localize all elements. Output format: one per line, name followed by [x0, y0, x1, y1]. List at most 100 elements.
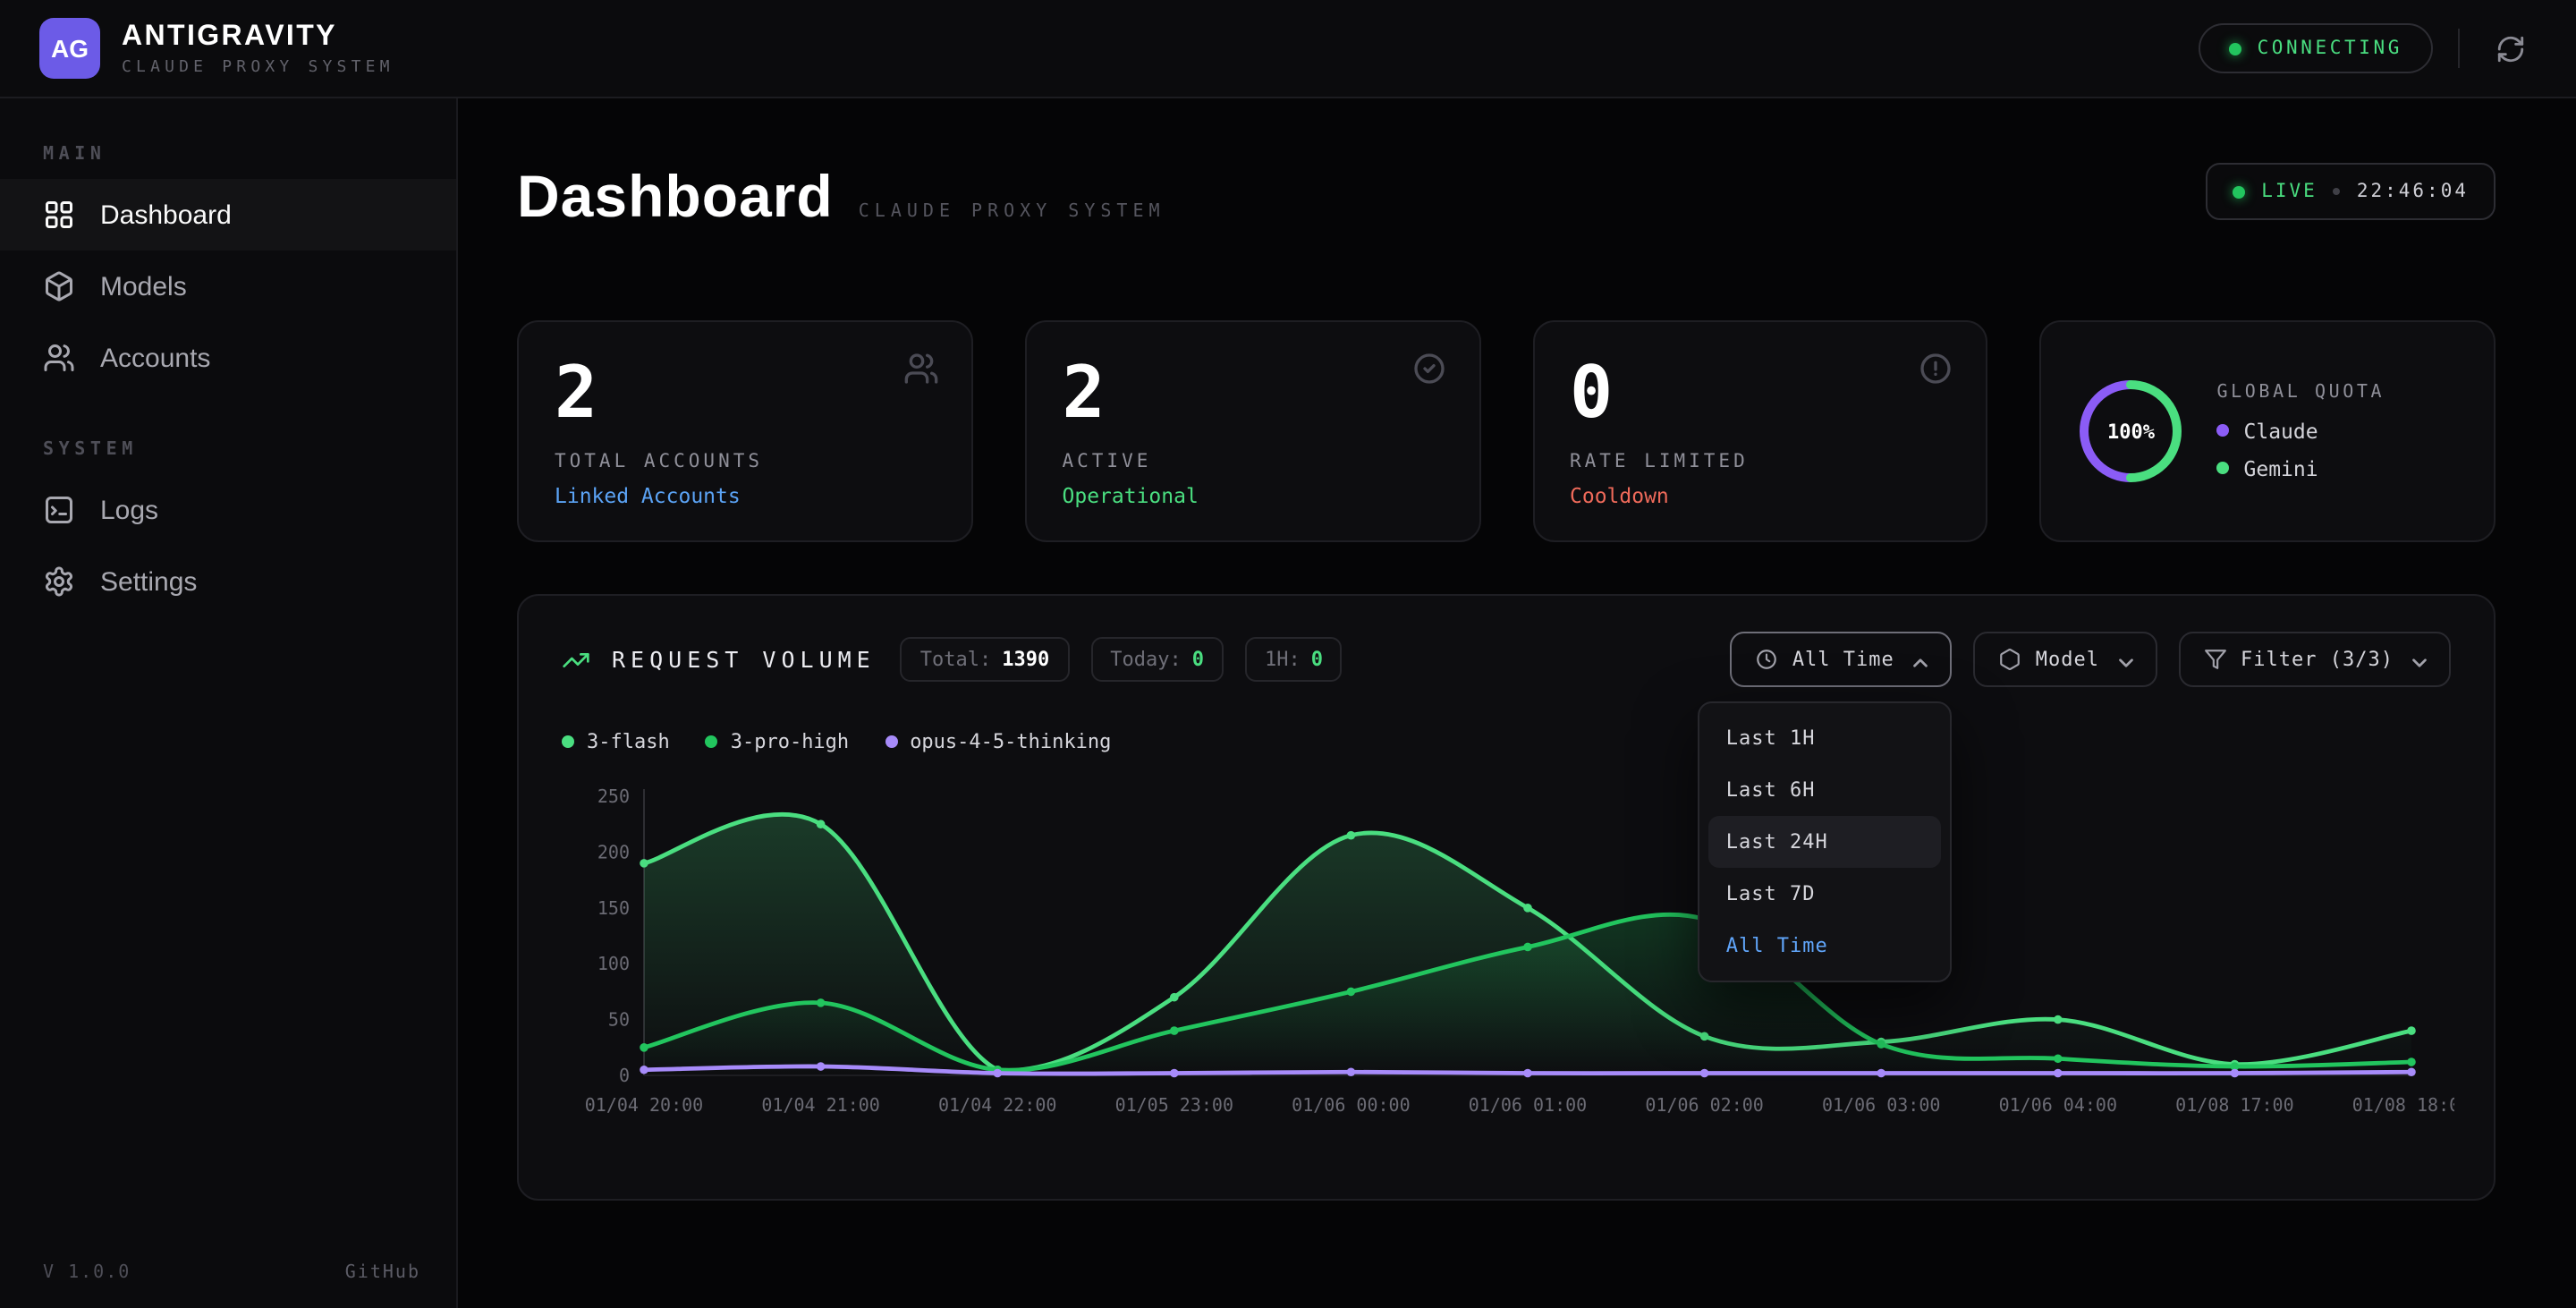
sidebar-item-dashboard[interactable]: Dashboard — [0, 179, 456, 251]
page-subtitle: CLAUDE PROXY SYSTEM — [859, 202, 1165, 222]
app-title: ANTIGRAVITY — [122, 21, 394, 53]
check-circle-icon — [1411, 351, 1446, 386]
users-icon — [903, 351, 939, 386]
quota-legend-claude: Claude — [2217, 418, 2385, 443]
cube-icon — [1998, 648, 2021, 671]
sidebar: MAIN Dashboard Models Accounts — [0, 98, 458, 1308]
stat-sub: Operational — [1063, 483, 1444, 508]
svg-text:01/06 04:00: 01/06 04:00 — [1999, 1094, 2117, 1116]
cube-icon — [43, 270, 75, 302]
terminal-icon — [43, 494, 75, 526]
chevron-down-icon — [2114, 650, 2131, 668]
svg-text:01/08 17:00: 01/08 17:00 — [2175, 1094, 2293, 1116]
series-dot-icon — [706, 735, 718, 748]
svg-text:150: 150 — [597, 897, 630, 919]
app-version: V 1.0.0 — [43, 1263, 131, 1283]
filter-button[interactable]: Filter (3/3) — [2178, 632, 2451, 687]
stat-value: 2 — [555, 354, 936, 433]
quota-percent: 100% — [2074, 374, 2189, 488]
refresh-button[interactable] — [2485, 22, 2537, 74]
dropdown-item-last-24h[interactable]: Last 24H — [1708, 816, 1941, 868]
sidebar-item-label: Settings — [100, 566, 197, 597]
grid-icon — [43, 199, 75, 231]
legend-item-3-pro-high[interactable]: 3-pro-high — [706, 730, 849, 753]
model-filter-button[interactable]: Model — [1973, 632, 2157, 687]
claude-dot-icon — [2217, 424, 2230, 437]
svg-text:200: 200 — [597, 841, 630, 862]
sidebar-section-main: MAIN — [43, 145, 456, 165]
quota-ring: 100% — [2074, 374, 2189, 488]
series-dot-icon — [885, 735, 897, 748]
stat-label: RATE LIMITED — [1570, 451, 1951, 472]
app-subtitle: CLAUDE PROXY SYSTEM — [122, 58, 394, 76]
stat-label: TOTAL ACCOUNTS — [555, 451, 936, 472]
dropdown-item-all-time[interactable]: All Time — [1708, 920, 1941, 972]
gemini-dot-icon — [2217, 462, 2230, 474]
request-volume-chart: 0 50 100 150 200 250 01/04 20:00 01/04 21:00 01/… — [562, 778, 2451, 1129]
stat-card-active: 2 ACTIVE Operational — [1025, 320, 1481, 542]
main-content: Dashboard CLAUDE PROXY SYSTEM LIVE 22:46… — [458, 98, 2576, 1308]
sidebar-item-label: Dashboard — [100, 200, 232, 230]
sidebar-item-accounts[interactable]: Accounts — [0, 322, 456, 394]
live-clock: 22:46:04 — [2357, 181, 2469, 202]
status-dot-icon — [2229, 42, 2241, 55]
app-window: AG ANTIGRAVITY CLAUDE PROXY SYSTEM CONNE… — [0, 0, 2576, 1308]
github-link[interactable]: GitHub — [345, 1263, 420, 1283]
svg-text:01/05 23:00: 01/05 23:00 — [1115, 1094, 1233, 1116]
svg-text:100: 100 — [597, 953, 630, 974]
svg-text:250: 250 — [597, 786, 630, 807]
live-dot-icon — [2233, 185, 2245, 198]
svg-text:0: 0 — [619, 1065, 630, 1086]
app-header: AG ANTIGRAVITY CLAUDE PROXY SYSTEM CONNE… — [0, 0, 2576, 98]
svg-text:01/04 21:00: 01/04 21:00 — [761, 1094, 879, 1116]
stat-value: 0 — [1570, 354, 1951, 433]
page-title: Dashboard — [517, 163, 834, 231]
chevron-up-icon — [1909, 650, 1927, 668]
stat-sub: Linked Accounts — [555, 483, 936, 508]
live-label: LIVE — [2261, 181, 2318, 202]
svg-text:01/06 03:00: 01/06 03:00 — [1822, 1094, 1940, 1116]
users-icon — [43, 342, 75, 374]
svg-text:01/06 01:00: 01/06 01:00 — [1469, 1094, 1587, 1116]
dropdown-item-last-6h[interactable]: Last 6H — [1708, 764, 1941, 816]
chevron-down-icon — [2408, 650, 2426, 668]
legend-item-opus-4-5-thinking[interactable]: opus-4-5-thinking — [885, 730, 1111, 753]
stat-label: ACTIVE — [1063, 451, 1444, 472]
request-volume-card: REQUEST VOLUME Total: 1390 Today: 0 1H: … — [517, 594, 2496, 1201]
chart-title: REQUEST VOLUME — [612, 646, 876, 673]
connection-status-badge: CONNECTING — [2199, 23, 2433, 73]
sidebar-item-label: Models — [100, 271, 187, 302]
badge-1h: 1H: 0 — [1245, 637, 1343, 682]
sidebar-item-logs[interactable]: Logs — [0, 474, 456, 546]
stat-card-global-quota: 100% GLOBAL QUOTA Claude Gemini — [2040, 320, 2496, 542]
clock-icon — [1755, 648, 1778, 671]
quota-legend-gemini: Gemini — [2217, 455, 2385, 480]
sidebar-item-models[interactable]: Models — [0, 251, 456, 322]
stat-sub: Cooldown — [1570, 483, 1951, 508]
header-divider — [2458, 29, 2460, 68]
svg-text:01/08 18:00: 01/08 18:00 — [2352, 1094, 2454, 1116]
dropdown-item-last-1h[interactable]: Last 1H — [1708, 712, 1941, 764]
time-range-dropdown: Last 1H Last 6H Last 24H Last 7D All Tim… — [1698, 701, 1952, 982]
badge-today: Today: 0 — [1090, 637, 1224, 682]
sidebar-section-system: SYSTEM — [43, 440, 456, 460]
live-status-badge: LIVE 22:46:04 — [2206, 163, 2496, 220]
legend-item-3-flash[interactable]: 3-flash — [562, 730, 670, 753]
stat-card-total-accounts: 2 TOTAL ACCOUNTS Linked Accounts — [517, 320, 973, 542]
refresh-icon — [2496, 33, 2526, 64]
funnel-icon — [2203, 648, 2226, 671]
sidebar-item-label: Accounts — [100, 343, 210, 373]
dropdown-item-last-7d[interactable]: Last 7D — [1708, 868, 1941, 920]
svg-text:01/04 20:00: 01/04 20:00 — [585, 1094, 703, 1116]
time-range-button[interactable]: All Time — [1730, 632, 1952, 687]
sidebar-item-settings[interactable]: Settings — [0, 546, 456, 617]
svg-text:01/04 22:00: 01/04 22:00 — [938, 1094, 1056, 1116]
brand: AG ANTIGRAVITY CLAUDE PROXY SYSTEM — [39, 18, 394, 79]
sidebar-item-label: Logs — [100, 495, 158, 525]
series-dot-icon — [562, 735, 574, 748]
separator-dot-icon — [2334, 188, 2341, 195]
svg-text:50: 50 — [608, 1009, 630, 1031]
svg-text:01/06 02:00: 01/06 02:00 — [1645, 1094, 1763, 1116]
gear-icon — [43, 565, 75, 598]
quota-label: GLOBAL QUOTA — [2217, 382, 2385, 402]
